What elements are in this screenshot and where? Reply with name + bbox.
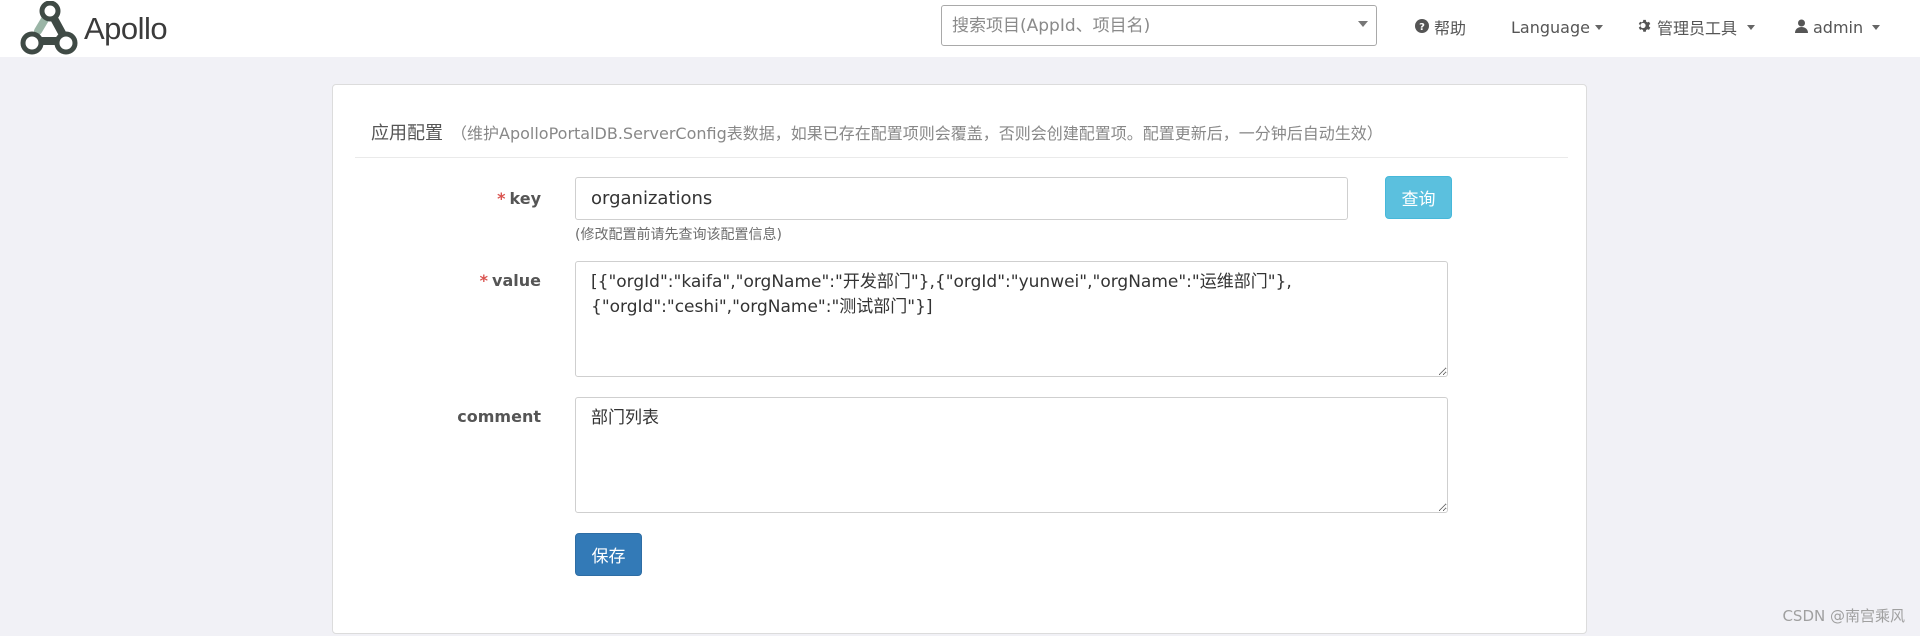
apollo-logo-icon bbox=[20, 0, 78, 54]
gear-icon bbox=[1637, 18, 1652, 37]
panel-title: 应用配置 bbox=[371, 123, 443, 144]
app-config-panel: 应用配置 （维护ApolloPortalDB.ServerConfig表数据，如果… bbox=[332, 84, 1587, 634]
key-label: * key bbox=[497, 189, 541, 208]
watermark: CSDN @南宫乘风 bbox=[1782, 607, 1905, 625]
help-label: 帮助 bbox=[1434, 19, 1467, 38]
apollo-logo[interactable]: Apollo bbox=[18, 0, 168, 57]
user-dropdown[interactable]: admin bbox=[1795, 0, 1881, 54]
comment-label: comment bbox=[457, 407, 541, 426]
query-button[interactable]: 查询 bbox=[1385, 176, 1452, 219]
svg-text:?: ? bbox=[1419, 22, 1425, 33]
save-button[interactable]: 保存 bbox=[575, 533, 642, 576]
required-marker: * bbox=[497, 189, 506, 208]
top-navbar: Apollo ? 帮助 Language 管理员工具 admin bbox=[0, 0, 1920, 57]
user-icon bbox=[1795, 18, 1808, 37]
key-help-text: (修改配置前请先查询该配置信息) bbox=[575, 227, 782, 243]
panel-heading: 应用配置 （维护ApolloPortalDB.ServerConfig表数据，如果… bbox=[371, 119, 1383, 145]
help-link[interactable]: ? 帮助 bbox=[1415, 0, 1466, 54]
panel-description: （维护ApolloPortalDB.ServerConfig表数据，如果已存在配… bbox=[451, 124, 1383, 143]
question-circle-icon: ? bbox=[1415, 18, 1429, 37]
required-marker: * bbox=[479, 271, 489, 290]
chevron-down-icon[interactable] bbox=[1358, 21, 1368, 27]
language-dropdown[interactable]: Language bbox=[1511, 0, 1603, 54]
caret-down-icon bbox=[1872, 24, 1881, 30]
caret-down-icon bbox=[1594, 24, 1603, 30]
project-search-select[interactable] bbox=[941, 5, 1377, 46]
language-label: Language bbox=[1511, 17, 1590, 37]
key-input[interactable] bbox=[575, 177, 1348, 220]
brand-name: Apollo bbox=[84, 10, 168, 46]
value-textarea[interactable]: [{"orgId":"kaifa","orgName":"开发部门"},{"or… bbox=[575, 261, 1448, 377]
caret-down-icon bbox=[1747, 24, 1756, 30]
key-label-text: key bbox=[509, 189, 542, 208]
user-label: admin bbox=[1813, 17, 1864, 37]
comment-textarea[interactable]: 部门列表 bbox=[575, 397, 1448, 513]
panel-divider bbox=[355, 157, 1568, 158]
admin-tools-dropdown[interactable]: 管理员工具 bbox=[1637, 0, 1756, 54]
admin-tools-label: 管理员工具 bbox=[1657, 19, 1738, 38]
project-search-input[interactable] bbox=[942, 14, 1344, 37]
value-label-text: value bbox=[492, 271, 541, 290]
value-label: * value bbox=[480, 271, 541, 290]
